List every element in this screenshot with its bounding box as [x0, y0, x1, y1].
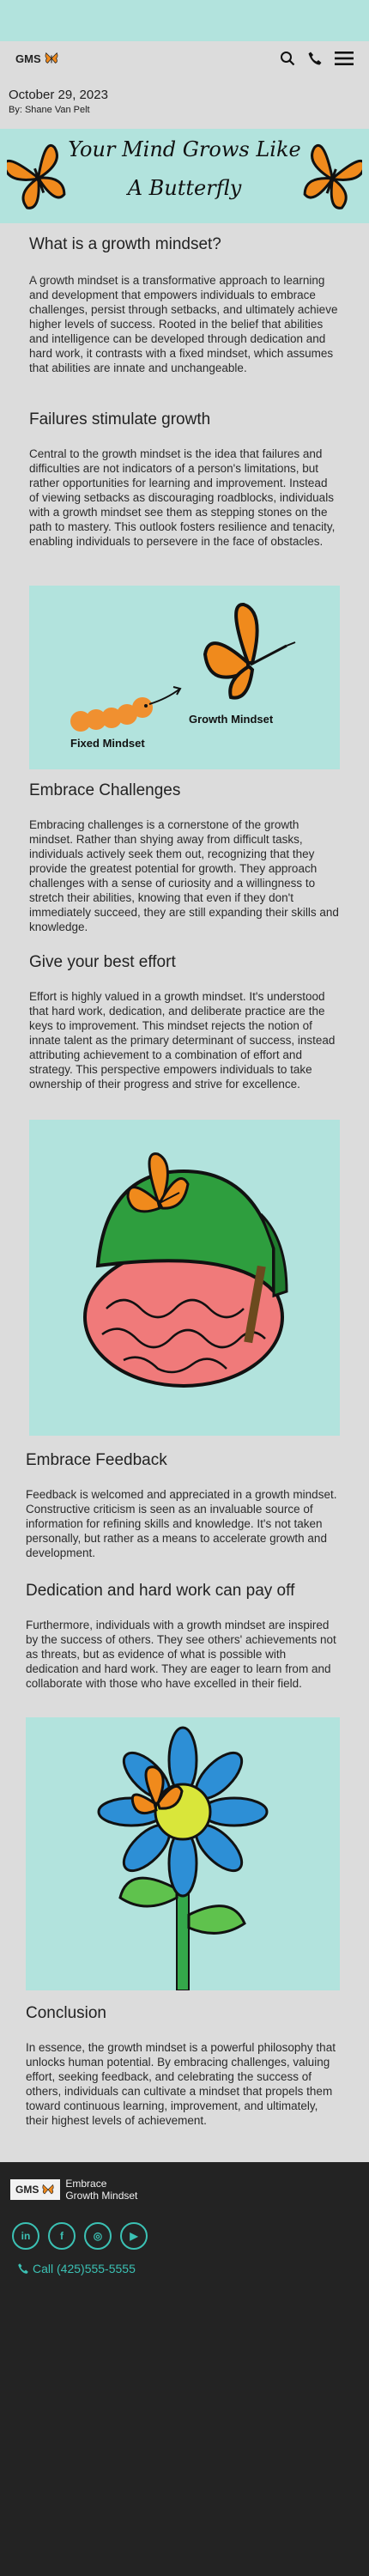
phone-icon[interactable]	[307, 51, 323, 66]
instagram-icon[interactable]: ◎	[84, 2222, 112, 2250]
youtube-icon[interactable]: ▶	[120, 2222, 148, 2250]
section-body: Embracing challenges is a cornerstone of…	[29, 818, 339, 933]
section-body: A growth mindset is a transformative app…	[29, 274, 338, 374]
illustration-brain	[29, 1120, 340, 1436]
section-body: Furthermore, individuals with a growth m…	[26, 1619, 336, 1690]
phone-icon	[18, 2263, 28, 2274]
social-links: in f ◎ ▶	[12, 2222, 148, 2250]
butterfly-large-icon	[203, 603, 296, 700]
call-text: Call (425)555-5555	[33, 2262, 136, 2275]
menu-icon[interactable]	[335, 51, 354, 66]
section-body: In essence, the growth mindset is a powe…	[26, 2041, 336, 2127]
facebook-icon[interactable]: f	[48, 2222, 76, 2250]
hero-banner: Your Mind Grows Like A Butterfly	[0, 129, 369, 223]
caterpillar-icon	[70, 697, 153, 732]
section-heading: Conclusion	[26, 2004, 106, 2022]
section-heading: Embrace Feedback	[26, 1451, 167, 1469]
fixed-mindset-label: Fixed Mindset	[70, 737, 145, 750]
section-body: Central to the growth mindset is the ide…	[29, 447, 336, 548]
logo-text: GMS	[15, 52, 41, 65]
footer-logo[interactable]: GMS Embrace Growth Mindset	[10, 2178, 137, 2202]
footer: GMS Embrace Growth Mindset in f ◎ ▶ Call…	[0, 2162, 369, 2576]
flower-head-icon	[97, 1726, 269, 1898]
section-heading: Failures stimulate growth	[29, 410, 211, 428]
linkedin-icon[interactable]: in	[12, 2222, 39, 2250]
section-body: Effort is highly valued in a growth mind…	[29, 990, 336, 1091]
butterfly-icon	[42, 2184, 54, 2195]
butterfly-icon	[45, 52, 58, 64]
call-link[interactable]: Call (425)555-5555	[17, 2262, 136, 2275]
section-body: Feedback is welcomed and appreciated in …	[26, 1488, 337, 1559]
footer-logo-text: GMS	[15, 2184, 39, 2196]
post-date: October 29, 2023	[9, 88, 108, 102]
post-meta: October 29, 2023 By: Shane Van Pelt	[9, 88, 108, 115]
post-author: By: Shane Van Pelt	[9, 105, 90, 115]
butterfly-right-icon	[303, 144, 362, 210]
top-strip	[0, 0, 369, 41]
illustration-fixed-vs-growth: Fixed Mindset Growth Mindset	[29, 586, 340, 769]
growth-mindset-label: Growth Mindset	[189, 713, 274, 726]
footer-tagline-1: Embrace	[65, 2178, 107, 2190]
section-heading: What is a growth mindset?	[29, 235, 221, 253]
illustration-flower	[26, 1717, 340, 1991]
section-heading: Embrace Challenges	[29, 781, 181, 799]
section-heading: Give your best effort	[29, 953, 176, 971]
section-heading: Dedication and hard work can pay off	[26, 1582, 295, 1600]
site-logo[interactable]: GMS	[15, 51, 59, 66]
search-icon[interactable]	[280, 51, 295, 66]
footer-tagline-2: Growth Mindset	[65, 2190, 138, 2202]
navbar: GMS	[7, 45, 362, 72]
